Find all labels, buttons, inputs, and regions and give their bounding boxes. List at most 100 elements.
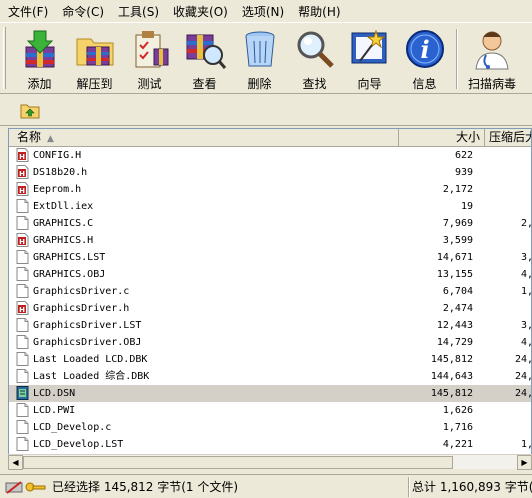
file-size: 4,221	[442, 439, 473, 450]
file-size: 7,969	[442, 218, 473, 229]
sort-ascending-icon: ▲	[47, 134, 54, 144]
design-file-icon	[16, 386, 29, 400]
file-row[interactable]: GRAPHICS.C 7,969 2,	[9, 215, 532, 232]
file-row[interactable]: H CONFIG.H 622	[9, 147, 531, 164]
file-packed-size: 24,	[514, 371, 532, 382]
find-label: 查找	[302, 77, 327, 91]
file-packed-size: 3,	[520, 320, 532, 331]
column-header-packed[interactable]: 压缩后大	[485, 129, 531, 147]
file-packed-size	[485, 198, 531, 215]
file-name: GraphicsDriver.h	[33, 303, 130, 314]
svg-text:H: H	[19, 170, 25, 178]
info-button[interactable]: i 信息	[397, 23, 452, 93]
toolbar-separator	[456, 29, 458, 89]
file-packed-size	[485, 419, 531, 436]
file-rows: H CONFIG.H 622 H DS18b20.h 939 H Eeprom.h 2,172 E…	[9, 147, 532, 453]
delete-button[interactable]: 删除	[232, 23, 287, 93]
file-row[interactable]: LCD.PWI 1,626	[9, 402, 531, 419]
extract-to-label: 解压到	[76, 77, 113, 91]
find-button[interactable]: 查找	[287, 23, 342, 93]
address-bar	[0, 94, 532, 126]
wizard-button[interactable]: 向导	[342, 23, 397, 93]
file-size: 1,626	[442, 405, 473, 416]
file-row[interactable]: GraphicsDriver.LST 12,443 3,	[9, 317, 532, 334]
column-size-label: 大小	[455, 130, 480, 144]
selection-status: 已经选择 145,812 字节(1 个文件)	[52, 480, 239, 494]
menu-item[interactable]: 命令(C)	[62, 3, 104, 20]
document-file-icon	[16, 267, 29, 281]
file-size: 145,812	[430, 354, 473, 365]
file-row[interactable]: Last Loaded 综合.DBK 144,643 24,	[9, 368, 532, 385]
menu-item[interactable]: 选项(N)	[242, 3, 284, 20]
file-size: 1,716	[442, 422, 473, 433]
info-label: 信息	[412, 77, 437, 91]
toolbar-grip[interactable]	[3, 27, 6, 89]
up-folder-button[interactable]	[20, 100, 40, 120]
test-button[interactable]: 测试	[122, 23, 177, 93]
file-row[interactable]: GraphicsDriver.c 6,704 1,	[9, 283, 531, 300]
add-label: 添加	[27, 77, 52, 91]
menu-item[interactable]: 文件(F)	[8, 3, 48, 20]
horizontal-scrollbar[interactable]: ◀ ▶	[8, 454, 532, 470]
file-name: GRAPHICS.C	[33, 218, 94, 229]
file-packed-size	[485, 300, 531, 317]
up-folder-icon	[20, 104, 40, 119]
file-list[interactable]: 名称 ▲ 大小 压缩后大 H CONFIG.H 622 H DS18b20.h 939 H Ee…	[8, 128, 532, 468]
file-name: GraphicsDriver.OBJ	[33, 337, 142, 348]
file-name: GRAPHICS.LST	[33, 252, 106, 263]
file-row[interactable]: GraphicsDriver.OBJ 14,729 4,	[9, 334, 531, 351]
file-size: 145,812	[430, 388, 473, 399]
column-header-name[interactable]: 名称 ▲	[9, 129, 399, 147]
file-row[interactable]: LCD_Develop.LST 4,221 1,	[9, 436, 532, 453]
file-row[interactable]: LCD.DSN 145,812 24,	[9, 385, 531, 402]
toolbar: 添加 解压到 测试 查看 删除 查找 向导 i 信息 扫描病毒	[0, 22, 532, 94]
menu-item[interactable]: 工具(S)	[118, 3, 159, 20]
file-row[interactable]: GRAPHICS.LST 14,671 3,	[9, 249, 531, 266]
file-name: LCD_Develop.LST	[33, 439, 124, 450]
column-header-size[interactable]: 大小	[399, 129, 485, 147]
test-label: 测试	[137, 77, 162, 91]
file-packed-size	[485, 164, 531, 181]
file-packed-size: 2,	[520, 218, 532, 229]
scroll-right-button[interactable]: ▶	[517, 455, 532, 470]
file-size: 14,729	[436, 337, 473, 348]
file-row[interactable]: ExtDll.iex 19	[9, 198, 531, 215]
extract-to-button[interactable]: 解压到	[67, 23, 122, 93]
delete-label: 删除	[247, 77, 272, 91]
file-size: 622	[454, 150, 473, 161]
file-row[interactable]: H GraphicsDriver.h 2,474	[9, 300, 531, 317]
svg-text:i: i	[420, 35, 429, 64]
file-row[interactable]: H DS18b20.h 939	[9, 164, 531, 181]
file-row[interactable]: GRAPHICS.OBJ 13,155 4,	[9, 266, 532, 283]
file-row[interactable]: H Eeprom.h 2,172	[9, 181, 531, 198]
document-file-icon	[16, 318, 29, 332]
file-size: 2,172	[442, 184, 473, 195]
file-row[interactable]: H GRAPHICS.H 3,599	[9, 232, 531, 249]
status-divider	[408, 477, 410, 497]
file-row[interactable]: LCD_Develop.c 1,716	[9, 419, 531, 436]
document-file-icon	[16, 437, 29, 451]
scroll-thumb[interactable]	[23, 456, 453, 469]
scroll-left-button[interactable]: ◀	[8, 455, 23, 470]
header-file-icon: H	[16, 182, 29, 196]
file-packed-size	[485, 181, 531, 198]
file-name: GraphicsDriver.LST	[33, 320, 142, 331]
scan-virus-button[interactable]: 扫描病毒	[462, 23, 522, 93]
doctor-icon	[475, 31, 509, 70]
file-name: Last Loaded LCD.DBK	[33, 354, 148, 365]
menu-item[interactable]: 帮助(H)	[298, 3, 340, 20]
file-size: 3,599	[442, 235, 473, 246]
file-row[interactable]: Last Loaded LCD.DBK 145,812 24,	[9, 351, 531, 368]
file-packed-size: 4,	[520, 269, 532, 280]
wizard-label: 向导	[357, 77, 382, 91]
file-name: Eeprom.h	[33, 184, 82, 195]
file-size: 14,671	[436, 252, 473, 263]
list-header: 名称 ▲ 大小 压缩后大	[9, 129, 531, 147]
svg-text:H: H	[19, 306, 25, 314]
header-file-icon: H	[16, 148, 29, 162]
add-button[interactable]: 添加	[12, 23, 67, 93]
view-button[interactable]: 查看	[177, 23, 232, 93]
document-file-icon	[16, 420, 29, 434]
menu-item[interactable]: 收藏夹(O)	[173, 3, 228, 20]
file-packed-size: 1,	[520, 439, 532, 450]
